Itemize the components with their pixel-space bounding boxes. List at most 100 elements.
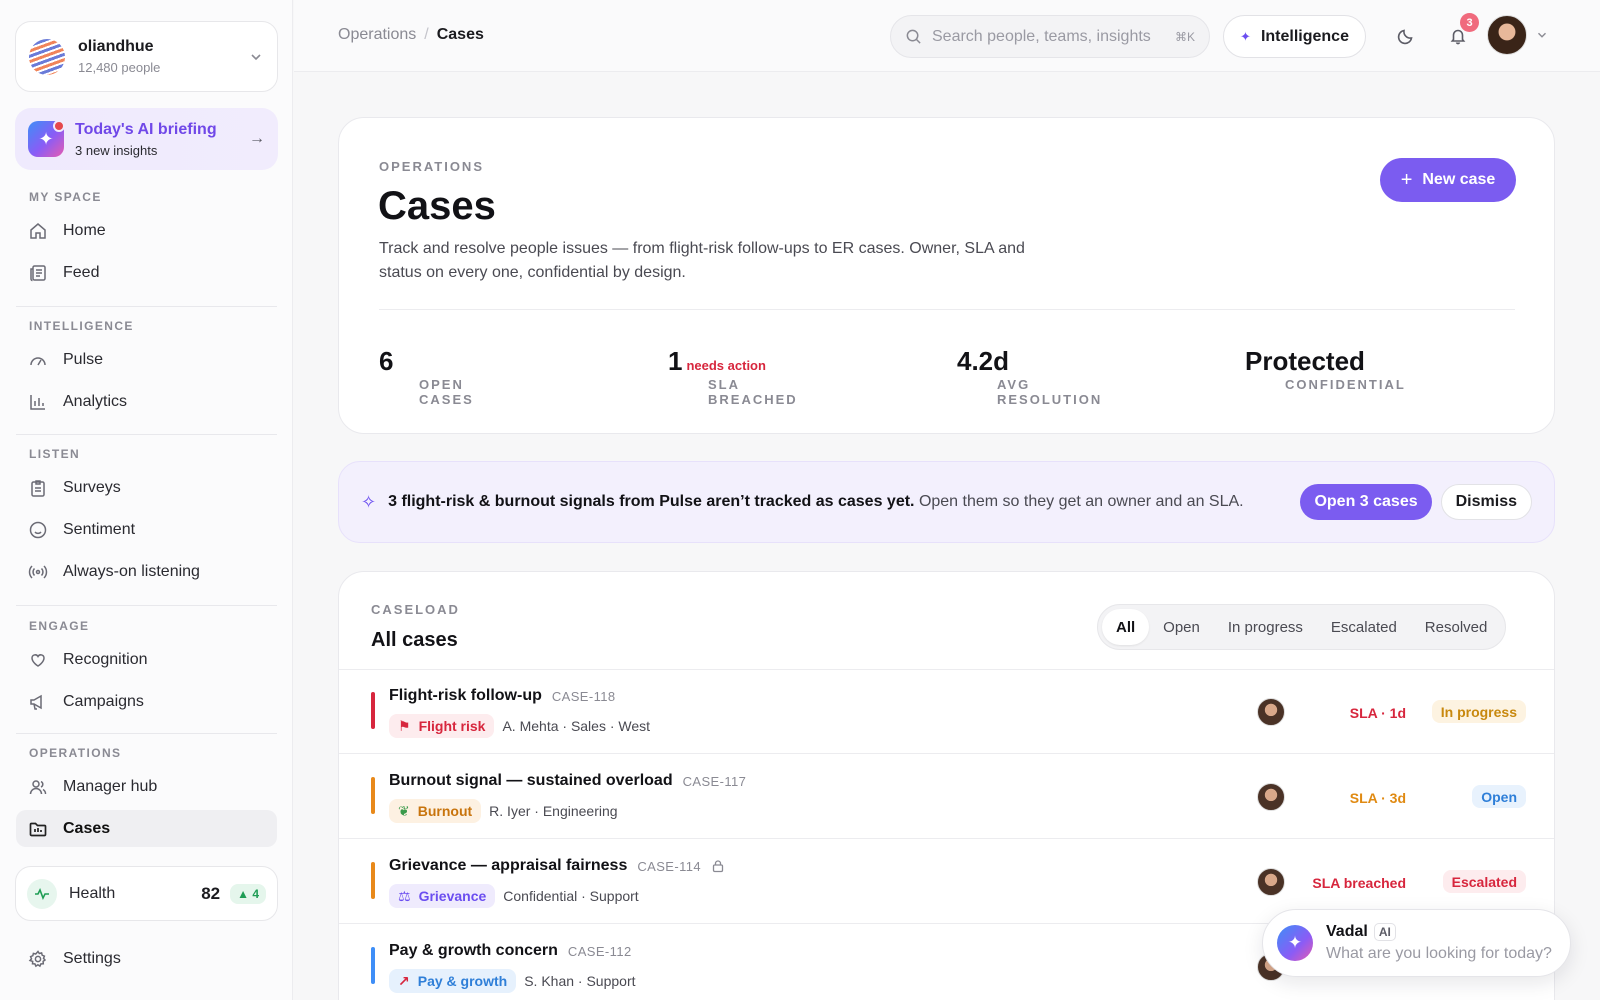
lock-icon bbox=[712, 860, 724, 873]
sidebar-item-always-on-listening[interactable]: Always-on listening bbox=[16, 553, 277, 590]
assistant-name: Vadal AI bbox=[1326, 923, 1552, 941]
sidebar-item-recognition[interactable]: Recognition bbox=[16, 641, 277, 678]
breadcrumb-operations[interactable]: Operations bbox=[338, 26, 416, 44]
stat-value: 4.2d bbox=[957, 346, 1010, 376]
nav-section-listen: LISTEN Surveys Sentiment Always-on liste… bbox=[0, 444, 293, 590]
section-eyebrow: CASELOAD bbox=[371, 602, 460, 617]
ai-briefing-card[interactable]: ✦ Today's AI briefing 3 new insights → bbox=[15, 108, 278, 170]
new-case-button[interactable]: + New case bbox=[1380, 158, 1516, 202]
stat-label: OPEN CASES bbox=[419, 377, 474, 407]
search-box[interactable]: ⌘K bbox=[890, 15, 1210, 58]
case-id: CASE-114 bbox=[637, 858, 701, 874]
intelligence-button[interactable]: ✦ Intelligence bbox=[1223, 15, 1366, 58]
ai-assistant-launcher[interactable]: ✦ Vadal AI What are you looking for toda… bbox=[1262, 909, 1571, 977]
case-id: CASE-112 bbox=[567, 943, 632, 959]
caseload-title: All cases bbox=[371, 629, 458, 651]
stat-value: 1 needs action bbox=[668, 346, 766, 376]
stat-sla-breached: SLA BREACHED 1 needs action bbox=[668, 336, 796, 407]
sidebar-item-label: Always-on listening bbox=[63, 562, 200, 580]
assistant-prompt: What are you looking for today? bbox=[1326, 945, 1552, 962]
case-title: Grievance — appraisal fairness CASE-114 bbox=[389, 857, 725, 875]
sla-indicator: SLA · 1d bbox=[1349, 705, 1406, 721]
user-avatar[interactable] bbox=[1487, 15, 1527, 55]
nav-section-intelligence: INTELLIGENCE Pulse Analytics bbox=[0, 316, 293, 420]
page-description: Track and resolve people issues — from f… bbox=[379, 240, 1025, 281]
open-cases-button[interactable]: Open 3 cases bbox=[1300, 484, 1432, 520]
briefing-subtitle: 3 new insights bbox=[75, 142, 158, 158]
users-icon bbox=[29, 779, 47, 794]
nav-section-my-space: MY SPACE Home Feed bbox=[0, 187, 293, 291]
sidebar-item-label: Manager hub bbox=[63, 777, 158, 795]
filter-in-progress[interactable]: In progress bbox=[1214, 609, 1317, 645]
sidebar-item-cases[interactable]: Cases bbox=[16, 810, 277, 847]
table-row[interactable]: Flight-risk follow-up CASE-118 ⚑ Flight r… bbox=[339, 670, 1554, 754]
sidebar-item-feed[interactable]: Feed bbox=[16, 254, 277, 291]
case-meta: ❦ Burnout R. Iyer · Engineering bbox=[389, 799, 618, 823]
org-name: oliandhue bbox=[78, 38, 154, 55]
divider bbox=[16, 306, 277, 307]
breadcrumb-current: Cases bbox=[436, 26, 484, 43]
case-tag: ⚑ Flight risk bbox=[389, 714, 495, 738]
nav-heading: LISTEN bbox=[29, 447, 81, 461]
case-title: Flight-risk follow-up CASE-118 bbox=[389, 687, 616, 704]
health-label: Health bbox=[69, 884, 116, 902]
breadcrumb: Operations / Cases bbox=[338, 26, 484, 44]
cases-header-card: OPERATIONS Cases Track and resolve peopl… bbox=[338, 117, 1555, 434]
scale-icon: ⚖ bbox=[398, 887, 411, 904]
sidebar-item-label: Sentiment bbox=[63, 520, 136, 538]
sparkle-icon: ✦ bbox=[28, 120, 65, 157]
sidebar-item-label: Recognition bbox=[63, 650, 148, 668]
dismiss-button[interactable]: Dismiss bbox=[1440, 484, 1532, 520]
filter-escalated[interactable]: Escalated bbox=[1317, 609, 1411, 645]
sidebar-item-surveys[interactable]: Surveys bbox=[16, 469, 277, 506]
sidebar-item-label: Surveys bbox=[63, 478, 121, 496]
search-input[interactable] bbox=[932, 27, 1175, 46]
pulse-line-icon bbox=[27, 878, 57, 909]
chevron-down-icon[interactable] bbox=[1535, 28, 1549, 42]
feed-icon bbox=[30, 264, 46, 281]
priority-bar bbox=[371, 862, 375, 899]
stat-label: CONFIDENTIAL bbox=[1285, 377, 1406, 392]
sidebar-item-settings[interactable]: Settings bbox=[16, 940, 277, 977]
filter-resolved[interactable]: Resolved bbox=[1411, 609, 1502, 645]
nav-heading: OPERATIONS bbox=[29, 746, 122, 760]
divider bbox=[16, 733, 277, 734]
sidebar-item-home[interactable]: Home bbox=[16, 212, 277, 249]
filter-open[interactable]: Open bbox=[1149, 609, 1214, 645]
stat-value: Protected bbox=[1245, 346, 1365, 376]
case-title: Burnout signal — sustained overload CASE… bbox=[389, 772, 747, 789]
table-row[interactable]: Burnout signal — sustained overload CASE… bbox=[339, 755, 1554, 839]
case-subject: Confidential · Support bbox=[503, 888, 639, 904]
sidebar-item-campaigns[interactable]: Campaigns bbox=[16, 683, 277, 720]
sidebar-item-pulse[interactable]: Pulse bbox=[16, 341, 277, 378]
org-switcher[interactable]: oliandhue 12,480 people bbox=[15, 21, 278, 92]
sparkle-icon: ✦ bbox=[1240, 28, 1251, 44]
sidebar-settings-wrap: Settings bbox=[16, 940, 277, 977]
sidebar-item-analytics[interactable]: Analytics bbox=[16, 383, 277, 420]
notifications-button[interactable]: 3 bbox=[1444, 13, 1479, 50]
search-shortcut: ⌘K bbox=[1174, 29, 1195, 44]
case-tag: ↗ Pay & growth bbox=[389, 969, 517, 993]
org-people-count: 12,480 people bbox=[78, 60, 161, 75]
health-score-card[interactable]: Health 82 ▲ 4 bbox=[15, 866, 278, 921]
filter-all[interactable]: All bbox=[1102, 609, 1150, 645]
sidebar-item-sentiment[interactable]: Sentiment bbox=[16, 511, 277, 548]
page-title: Cases bbox=[378, 184, 496, 228]
signal-message: 3 flight-risk & burnout signals from Pul… bbox=[388, 493, 1244, 510]
home-icon bbox=[30, 222, 46, 239]
status-filter-tabs: All Open In progress Escalated Resolved bbox=[1097, 604, 1507, 650]
theme-toggle-button[interactable] bbox=[1392, 22, 1420, 50]
sidebar-item-label: Pulse bbox=[63, 350, 104, 368]
case-title: Pay & growth concern CASE-112 bbox=[389, 942, 632, 959]
org-logo bbox=[29, 38, 65, 75]
broadcast-icon bbox=[28, 564, 48, 579]
sidebar-item-manager-hub[interactable]: Manager hub bbox=[16, 768, 277, 805]
divider bbox=[16, 434, 277, 435]
megaphone-icon bbox=[30, 694, 42, 710]
intelligence-label: Intelligence bbox=[1260, 27, 1349, 45]
sidebar-item-label: Campaigns bbox=[63, 692, 144, 710]
avatar bbox=[1257, 868, 1285, 896]
health-score: 82 bbox=[201, 883, 221, 903]
needs-action-note: needs action bbox=[686, 358, 766, 373]
divider bbox=[16, 605, 277, 606]
